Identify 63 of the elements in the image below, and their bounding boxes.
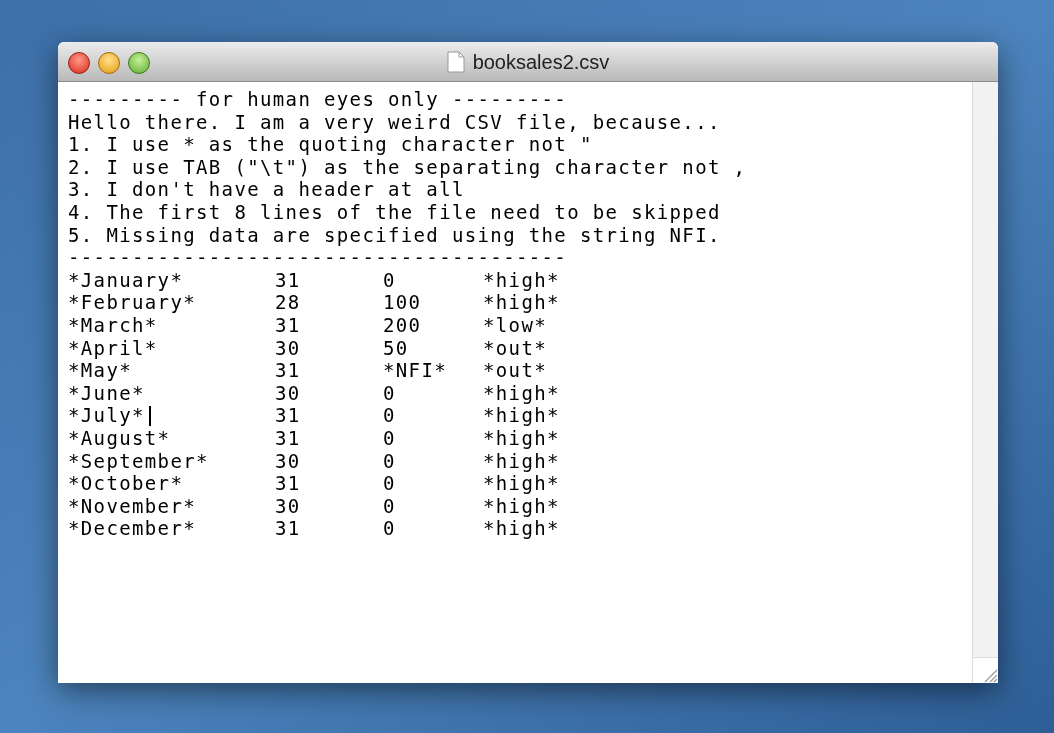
data-value: *December* [68,517,196,540]
data-value: *low* [483,313,547,337]
data-value: *high* [483,404,560,427]
document-icon [446,50,465,73]
data-value: 50 [383,336,409,360]
data-value: 0 [383,472,396,495]
close-button[interactable] [68,52,90,74]
data-value: 0 [383,268,396,292]
data-value: 28 [275,291,301,314]
data-value: 31 [275,472,301,495]
data-value: 30 [275,449,301,473]
data-value: 30 [275,381,301,405]
zoom-button[interactable] [128,52,150,74]
data-value: 31 [275,404,301,427]
data-value: 31 [275,268,301,292]
data-value: 0 [383,449,396,473]
data-value: *high* [483,268,560,292]
resize-grip-icon[interactable] [982,667,998,683]
data-value: *April* [68,336,158,360]
data-value: *July* [68,404,145,427]
data-value: *out* [483,359,547,382]
data-value: *high* [483,517,560,540]
data-value: 31 [275,359,301,382]
data-value: *NFI* [383,359,447,382]
text-line: 2. I use TAB ("\t") as the separating character not , [68,155,748,179]
data-value: 31 [275,313,301,337]
data-value: *August* [68,426,171,450]
data-value: 0 [383,381,396,405]
data-value: 30 [275,336,301,360]
data-value: 200 [383,313,422,337]
data-value: *June* [68,381,145,405]
data-value: *October* [68,472,184,495]
data-value: 30 [275,494,301,518]
data-value: *May* [68,359,132,382]
data-value: *February* [68,291,196,314]
data-value: *high* [483,426,560,450]
data-value: *high* [483,449,560,473]
data-value: 31 [275,426,301,450]
data-value: *September* [68,449,209,473]
data-value: *high* [483,291,560,314]
text-line: 3. I don't have a header at all [68,178,466,201]
window-title: booksales2.csv [472,49,610,75]
data-value: 0 [383,517,396,540]
data-value: 100 [383,291,422,314]
data-value: 0 [383,494,396,518]
minimize-button[interactable] [98,52,120,74]
data-value: *January* [68,268,184,292]
data-value: 0 [383,426,396,450]
data-value: *high* [483,494,560,518]
data-value: *high* [483,381,560,405]
text-line: Hello there. I am a very weird CSV file, because... [68,110,722,134]
data-value: *high* [483,472,560,495]
text-line: 4. The first 8 lines of the file need to be skipped [68,200,722,224]
text-line: 5. Missing data are specified using the string NFI. [68,223,722,247]
data-value: 31 [275,517,301,540]
data-value: 0 [383,404,396,427]
text-line: --------------------------------------- [68,246,569,269]
data-value: *March* [68,313,158,337]
data-value: *out* [483,336,547,360]
text-line: --------- for human eyes only --------- [68,88,569,111]
scroll-bar[interactable] [972,82,998,683]
text-line: 1. I use * as the quoting character not " [68,133,594,156]
data-value: *November* [68,494,196,518]
